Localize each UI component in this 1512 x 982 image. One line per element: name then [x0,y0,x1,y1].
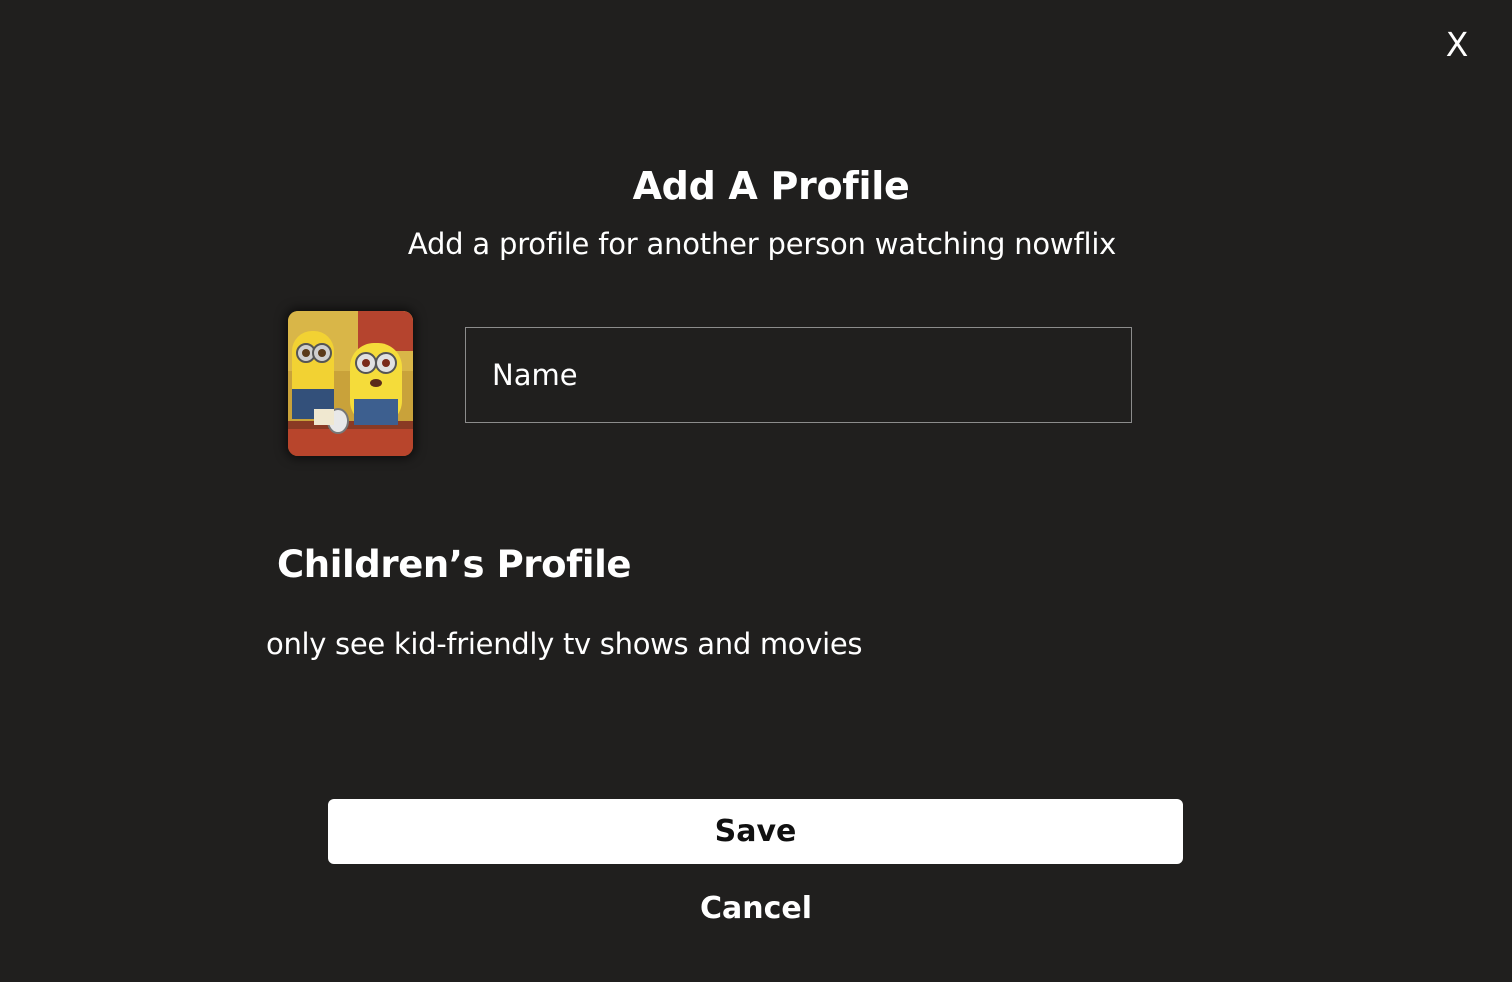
name-input[interactable] [465,327,1132,423]
childrens-profile-heading: Children’s Profile [277,543,632,586]
close-button[interactable]: X [1440,22,1474,68]
profile-avatar[interactable] [288,311,413,456]
add-profile-page: X Add A Profile Add a profile for anothe… [0,0,1512,982]
childrens-profile-description: only see kid-friendly tv shows and movie… [266,627,863,661]
page-title: Add A Profile [632,164,910,208]
cancel-button[interactable]: Cancel [656,885,856,931]
page-subtitle: Add a profile for another person watchin… [407,227,1117,261]
save-button[interactable]: Save [328,799,1183,864]
minions-avatar-icon [288,311,413,456]
